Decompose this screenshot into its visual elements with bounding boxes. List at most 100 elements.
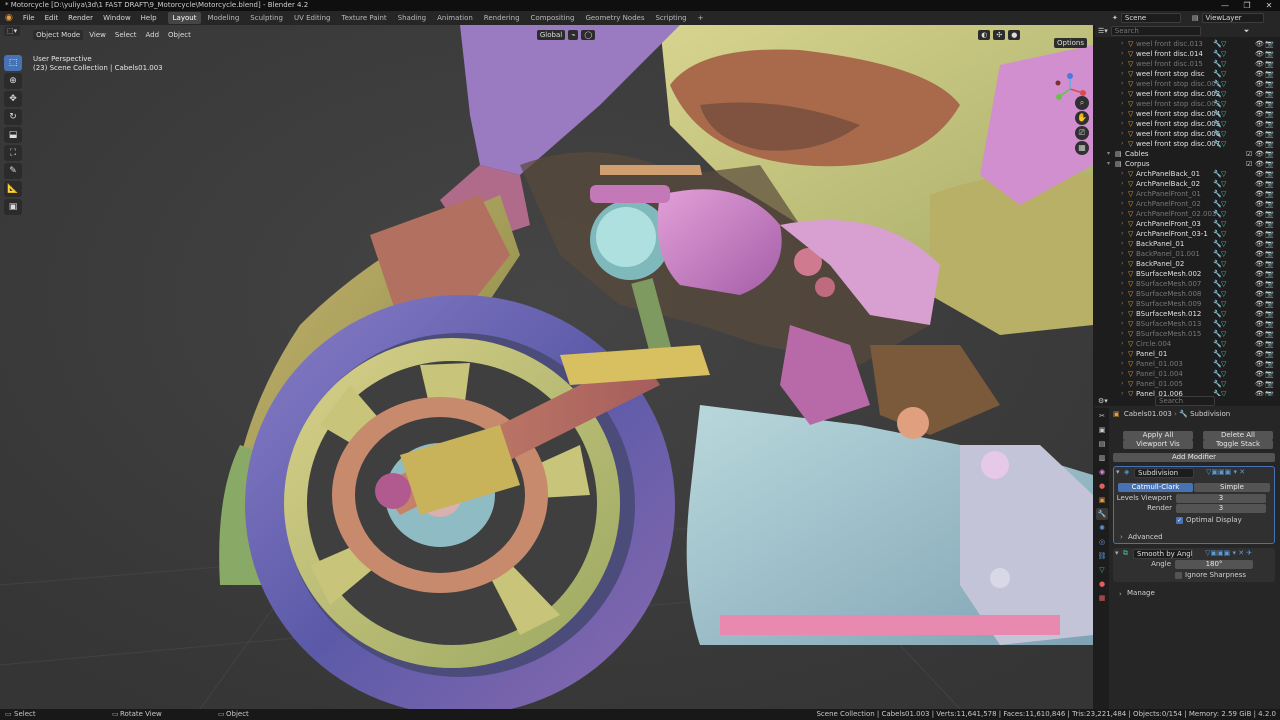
close-button[interactable]: ✕	[1258, 0, 1280, 11]
expand-chevron-icon[interactable]: ›	[1121, 189, 1123, 199]
particles-tab-icon[interactable]: ✺	[1096, 522, 1108, 534]
render-camera-icon[interactable]: 📷	[1265, 209, 1274, 219]
render-camera-icon[interactable]: 📷	[1265, 269, 1274, 279]
display-mode-icon[interactable]: ☰▾	[1098, 27, 1108, 35]
workspace-tab-layout[interactable]: Layout	[167, 12, 202, 24]
render-camera-icon[interactable]: 📷	[1265, 299, 1274, 309]
minimize-button[interactable]: —	[1214, 0, 1236, 11]
expand-chevron-icon[interactable]: ›	[1121, 349, 1123, 359]
visibility-eye-icon[interactable]: 👁	[1255, 69, 1264, 79]
options-dropdown[interactable]: Options	[1054, 38, 1088, 48]
maximize-button[interactable]: ❐	[1236, 0, 1258, 11]
outliner-object-row[interactable]: › ▽ Panel_01.005 🔧 ▽ 👁 📷	[1095, 379, 1280, 389]
expand-chevron-icon[interactable]: ›	[1121, 99, 1123, 109]
render-camera-icon[interactable]: 📷	[1265, 189, 1274, 199]
menu-file[interactable]: File	[18, 11, 40, 25]
visibility-eye-icon[interactable]: 👁	[1255, 79, 1264, 89]
simple-button[interactable]: Simple	[1194, 483, 1270, 492]
expand-chevron-icon[interactable]: ›	[1121, 339, 1123, 349]
cursor-tool-icon[interactable]: ⊕	[4, 73, 22, 89]
world-tab-icon[interactable]: ●	[1096, 480, 1108, 492]
workspace-tab-geometry-nodes[interactable]: Geometry Nodes	[580, 12, 649, 24]
modifier-tab-icon[interactable]: 🔧	[1096, 508, 1108, 520]
scene-field[interactable]: Scene	[1120, 13, 1181, 23]
visibility-eye-icon[interactable]: 👁	[1255, 379, 1264, 389]
viewport-vis-button[interactable]: Viewport Vis	[1123, 440, 1193, 449]
properties-editor-type-icon[interactable]: ⚙▾	[1098, 397, 1108, 405]
outliner-object-row[interactable]: › ▽ ArchPanelFront_03 🔧 ▽ 👁 📷	[1095, 219, 1280, 229]
workspace-tab-modeling[interactable]: Modeling	[202, 12, 244, 24]
camera-view-icon[interactable]: ⎚	[1075, 126, 1089, 140]
levels-viewport-field[interactable]: 3	[1176, 494, 1266, 503]
add-cube-tool-icon[interactable]: ▣	[4, 199, 22, 215]
outliner-object-row[interactable]: › ▽ Circle.004 🔧 ▽ 👁 📷	[1095, 339, 1280, 349]
select-box-tool-icon[interactable]: ⬚	[4, 55, 22, 71]
render-camera-icon[interactable]: 📷	[1265, 349, 1274, 359]
expand-chevron-icon[interactable]: ›	[1121, 79, 1123, 89]
smooth-name-field[interactable]: Smooth by Angle	[1133, 549, 1193, 559]
visibility-eye-icon[interactable]: 👁	[1255, 239, 1264, 249]
expand-chevron-icon[interactable]: ›	[1121, 69, 1123, 79]
subdivision-name-field[interactable]: Subdivision	[1134, 468, 1194, 478]
visibility-eye-icon[interactable]: 👁	[1255, 249, 1264, 259]
workspace-tab-sculpting[interactable]: Sculpting	[245, 12, 288, 24]
smooth-toggles-icon[interactable]: ▽▣▣▣ ▾ ✕ ✈	[1205, 549, 1252, 557]
visibility-eye-icon[interactable]: 👁	[1255, 369, 1264, 379]
physics-tab-icon[interactable]: ◎	[1096, 536, 1108, 548]
outliner-object-row[interactable]: › ▽ weel front stop disc.006 🔧 ▽ 👁 📷	[1095, 129, 1280, 139]
viewport-menu-add[interactable]: Add	[142, 30, 162, 40]
visibility-eye-icon[interactable]: 👁	[1255, 119, 1264, 129]
expand-chevron-icon[interactable]: ›	[1121, 179, 1123, 189]
outliner-collection-row[interactable]: ▾ ▤ Cables ☑ 👁 📷	[1095, 149, 1280, 159]
expand-chevron-icon[interactable]: ›	[1121, 309, 1123, 319]
shading-solid-icon[interactable]: ●	[1008, 30, 1021, 40]
render-camera-icon[interactable]: 📷	[1265, 339, 1274, 349]
visibility-eye-icon[interactable]: 👁	[1255, 149, 1264, 159]
ignore-sharpness-checkbox[interactable]	[1175, 572, 1182, 579]
expand-chevron-icon[interactable]: ›	[1121, 219, 1123, 229]
properties-editor[interactable]: ⚙▾ Search ▣ Cabels01.003 › 🔧 Subdivision…	[1095, 396, 1280, 709]
outliner-object-row[interactable]: › ▽ BSurfaceMesh.009 🔧 ▽ 👁 📷	[1095, 299, 1280, 309]
blender-logo-icon[interactable]: ◉	[0, 11, 18, 25]
outliner-object-row[interactable]: › ▽ weel front stop disc.005 🔧 ▽ 👁 📷	[1095, 119, 1280, 129]
transform-tool-icon[interactable]: ⛶	[4, 145, 22, 161]
visibility-eye-icon[interactable]: 👁	[1255, 139, 1264, 149]
expand-chevron-icon[interactable]: ›	[1121, 279, 1123, 289]
rotate-tool-icon[interactable]: ↻	[4, 109, 22, 125]
render-camera-icon[interactable]: 📷	[1265, 369, 1274, 379]
manage-subpanel[interactable]: Manage	[1127, 589, 1155, 597]
visibility-eye-icon[interactable]: 👁	[1255, 299, 1264, 309]
render-camera-icon[interactable]: 📷	[1265, 129, 1274, 139]
snap-icon[interactable]: ⌁	[568, 30, 579, 40]
gizmo-icon[interactable]: ✣	[993, 30, 1006, 40]
apply-all-button[interactable]: Apply All	[1123, 431, 1193, 440]
render-camera-icon[interactable]: 📷	[1265, 379, 1274, 389]
menu-help[interactable]: Help	[136, 11, 162, 25]
visibility-eye-icon[interactable]: 👁	[1255, 359, 1264, 369]
visibility-eye-icon[interactable]: 👁	[1255, 89, 1264, 99]
visibility-eye-icon[interactable]: 👁	[1255, 309, 1264, 319]
render-camera-icon[interactable]: 📷	[1265, 309, 1274, 319]
outliner-object-row[interactable]: › ▽ weel front stop disc.007 🔧 ▽ 👁 📷	[1095, 139, 1280, 149]
render-camera-icon[interactable]: 📷	[1265, 119, 1274, 129]
render-camera-icon[interactable]: 📷	[1265, 69, 1274, 79]
outliner-object-row[interactable]: › ▽ weel front disc.015 🔧 ▽ 👁 📷	[1095, 59, 1280, 69]
render-camera-icon[interactable]: 📷	[1265, 319, 1274, 329]
workspace-tab-texture-paint[interactable]: Texture Paint	[337, 12, 392, 24]
workspace-tab-shading[interactable]: Shading	[393, 12, 431, 24]
object-mode-dropdown[interactable]: Object Mode	[33, 30, 84, 40]
ortho-grid-icon[interactable]: ▦	[1075, 141, 1089, 155]
visibility-eye-icon[interactable]: 👁	[1255, 49, 1264, 59]
outliner-object-row[interactable]: › ▽ BSurfaceMesh.012 🔧 ▽ 👁 📷	[1095, 309, 1280, 319]
expand-chevron-icon[interactable]: ›	[1121, 129, 1123, 139]
outliner-object-row[interactable]: › ▽ BSurfaceMesh.013 🔧 ▽ 👁 📷	[1095, 319, 1280, 329]
outliner-object-row[interactable]: › ▽ BackPanel_02 🔧 ▽ 👁 📷	[1095, 259, 1280, 269]
expand-chevron-icon[interactable]: ›	[1121, 169, 1123, 179]
expand-chevron-icon[interactable]: ›	[1121, 369, 1123, 379]
outliner-object-row[interactable]: › ▽ ArchPanelBack_02 🔧 ▽ 👁 📷	[1095, 179, 1280, 189]
annotate-tool-icon[interactable]: ✎	[4, 163, 22, 179]
scene-tab-icon[interactable]: ◉	[1096, 466, 1108, 478]
outliner-collection-row[interactable]: ▾ ▤ Corpus ☑ 👁 📷	[1095, 159, 1280, 169]
outliner-object-row[interactable]: › ▽ BackPanel_01 🔧 ▽ 👁 📷	[1095, 239, 1280, 249]
outliner-object-row[interactable]: › ▽ Panel_01.003 🔧 ▽ 👁 📷	[1095, 359, 1280, 369]
